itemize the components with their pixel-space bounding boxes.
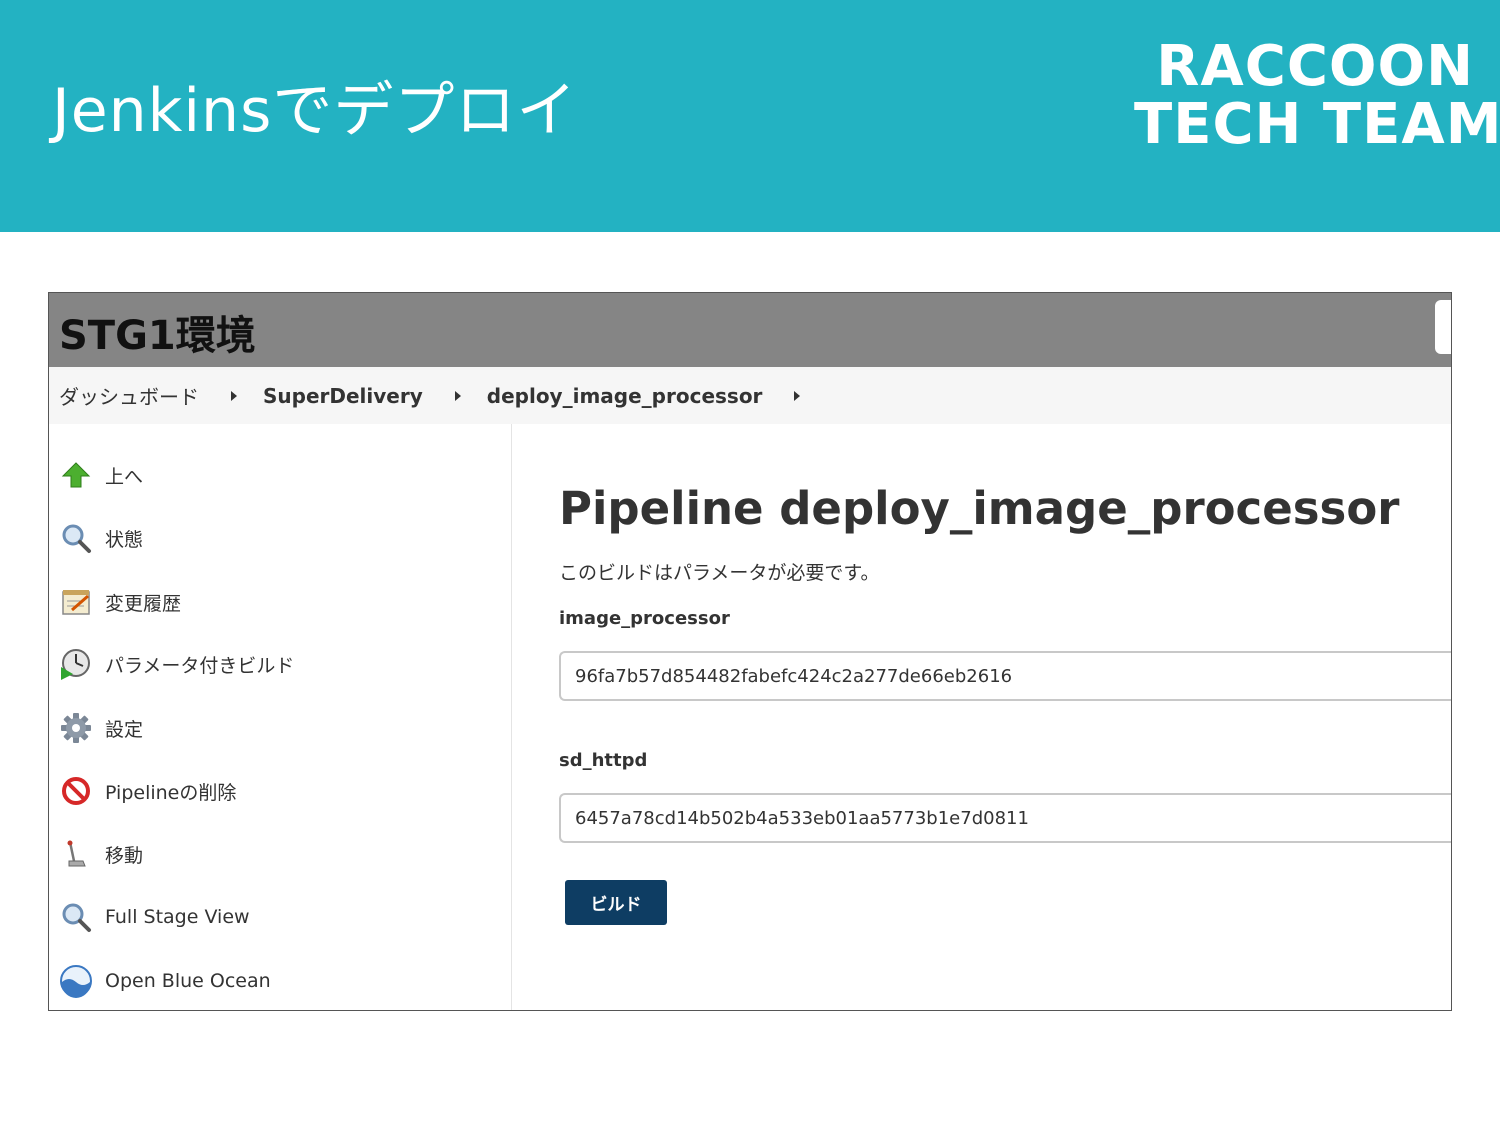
param-label-sd-httpd: sd_httpd (559, 750, 648, 771)
task-label: 設定 (105, 718, 144, 741)
brand-line-1: RACCOON (1156, 34, 1474, 99)
header-search-box[interactable] (1435, 300, 1451, 354)
gear-icon (59, 711, 93, 745)
task-label: Full Stage View (105, 906, 250, 928)
breadcrumb-chevron-icon[interactable] (231, 390, 237, 401)
clock-play-icon (59, 647, 93, 681)
task-status[interactable]: 状態 (59, 521, 143, 555)
brand-line-2: TECH TEAM (1134, 92, 1500, 157)
breadcrumb-job[interactable]: deploy_image_processor (487, 384, 763, 408)
task-label: Pipelineの削除 (105, 781, 237, 804)
task-move[interactable]: 移動 (59, 837, 143, 871)
jenkins-screenshot: STG1環境 ダッシュボード SuperDelivery deploy_imag… (48, 292, 1452, 1011)
task-label: 状態 (105, 528, 144, 551)
task-label: パラメータ付きビルド (105, 654, 295, 677)
blue-ocean-icon (59, 964, 93, 998)
breadcrumb-chevron-icon[interactable] (454, 390, 461, 401)
breadcrumb-superdelivery[interactable]: SuperDelivery (263, 384, 423, 408)
task-full-stage-view[interactable]: Full Stage View (59, 900, 250, 934)
sd-httpd-input[interactable] (559, 793, 1451, 843)
up-arrow-icon (59, 458, 93, 492)
move-icon (59, 837, 93, 871)
image-processor-input[interactable] (559, 651, 1451, 701)
task-up[interactable]: 上へ (59, 458, 143, 492)
slide-header: Jenkinsでデプロイ RACCOON TECH TEAM (0, 0, 1500, 232)
breadcrumb: ダッシュボード SuperDelivery deploy_image_proce… (49, 367, 1451, 424)
param-label-image-processor: image_processor (559, 608, 730, 629)
task-label: Open Blue Ocean (105, 970, 271, 992)
magnifier-icon (59, 900, 93, 934)
task-build-with-parameters[interactable]: パラメータ付きビルド (59, 647, 294, 681)
notepad-icon (59, 585, 93, 619)
environment-title: STG1環境 (59, 313, 256, 359)
task-delete-pipeline[interactable]: Pipelineの削除 (59, 774, 236, 808)
brand-logo: RACCOON TECH TEAM (1134, 34, 1500, 157)
slide-title: Jenkinsでデプロイ (52, 76, 578, 146)
task-open-blue-ocean[interactable]: Open Blue Ocean (59, 964, 271, 998)
main-panel: Pipeline deploy_image_processor このビルドはパラ… (512, 424, 1451, 1010)
jenkins-header: STG1環境 (49, 293, 1451, 367)
build-button[interactable]: ビルド (565, 880, 667, 925)
task-changes[interactable]: 変更履歴 (59, 585, 181, 619)
task-configure[interactable]: 設定 (59, 711, 143, 745)
pipeline-title: Pipeline deploy_image_processor (559, 482, 1400, 535)
parameters-required-note: このビルドはパラメータが必要です。 (559, 562, 880, 584)
magnifier-icon (59, 521, 93, 555)
no-entry-icon (59, 774, 93, 808)
breadcrumb-chevron-icon[interactable] (794, 390, 801, 401)
task-label: 上へ (105, 465, 144, 488)
task-label: 変更履歴 (105, 592, 182, 615)
side-panel: 上へ 状態 変更履歴 パラメータ付きビルド 設定 Pipelineの削除 移動 … (49, 424, 512, 1010)
task-label: 移動 (105, 844, 144, 867)
breadcrumb-dashboard[interactable]: ダッシュボード (59, 381, 199, 410)
